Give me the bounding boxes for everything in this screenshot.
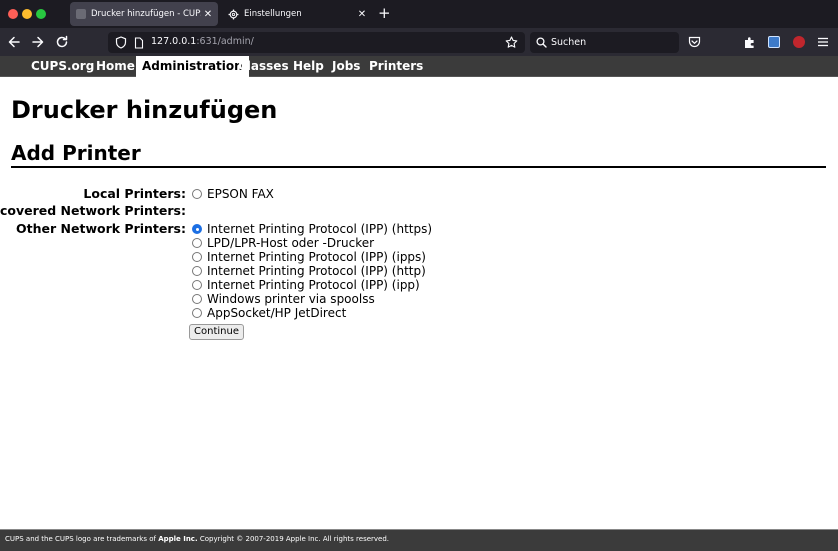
option-label: Internet Printing Protocol (IPP) (ipp)	[207, 278, 420, 292]
printer-option-ipp-https[interactable]: Internet Printing Protocol (IPP) (https)	[192, 222, 432, 236]
continue-button[interactable]: Continue	[189, 324, 244, 340]
nav-classes[interactable]: Classes	[232, 56, 295, 77]
radio-button[interactable]	[192, 308, 202, 318]
window-zoom-button[interactable]	[36, 9, 46, 19]
copyright-text: CUPS and the CUPS logo are trademarks of…	[5, 535, 389, 543]
footer-text-start: CUPS and the CUPS logo are trademarks of	[5, 535, 159, 543]
window-close-button[interactable]	[8, 9, 18, 19]
reload-icon[interactable]	[54, 34, 70, 50]
page-title: Drucker hinzufügen	[11, 96, 278, 124]
extension-ublock-icon[interactable]	[793, 36, 805, 48]
printer-option-ipp-ipp[interactable]: Internet Printing Protocol (IPP) (ipp)	[192, 278, 420, 292]
nav-printers[interactable]: Printers	[363, 56, 429, 77]
shield-icon[interactable]	[115, 36, 127, 49]
tab-close-icon[interactable]: ✕	[201, 9, 215, 20]
url-bar[interactable]: 127.0.0.1:631/admin/	[108, 32, 525, 53]
option-label: Internet Printing Protocol (IPP) (ipps)	[207, 250, 426, 264]
radio-button[interactable]	[192, 252, 202, 262]
pocket-icon[interactable]	[688, 36, 701, 48]
radio-button[interactable]	[192, 224, 202, 234]
browser-toolbar: 127.0.0.1:631/admin/ Suchen	[0, 28, 838, 56]
printer-option-spoolss[interactable]: Windows printer via spoolss	[192, 292, 375, 306]
page-footer: CUPS and the CUPS logo are trademarks of…	[0, 529, 838, 551]
option-label: Windows printer via spoolss	[207, 292, 375, 306]
printer-option-ipp-ipps[interactable]: Internet Printing Protocol (IPP) (ipps)	[192, 250, 426, 264]
browser-tab-bar: Drucker hinzufügen - CUPS 2.3 ✕ Einstell…	[0, 0, 838, 28]
extension-image-icon[interactable]	[768, 36, 780, 48]
radio-button[interactable]	[192, 266, 202, 276]
window-minimize-button[interactable]	[22, 9, 32, 19]
section-divider	[11, 166, 826, 168]
radio-button[interactable]	[192, 238, 202, 248]
option-label: AppSocket/HP JetDirect	[207, 306, 347, 320]
nav-home[interactable]: Home	[90, 56, 141, 77]
tab-settings[interactable]: Einstellungen ✕	[222, 2, 372, 26]
bookmark-star-icon[interactable]	[505, 36, 518, 49]
tab-close-icon[interactable]: ✕	[355, 9, 369, 20]
footer-company: Apple Inc.	[158, 535, 198, 543]
gear-icon	[228, 9, 239, 19]
tab-title: Einstellungen	[244, 9, 302, 19]
printer-option-appsocket[interactable]: AppSocket/HP JetDirect	[192, 306, 346, 320]
nav-help[interactable]: Help	[287, 56, 330, 77]
printer-option-lpd[interactable]: LPD/LPR-Host oder -Drucker	[192, 236, 374, 250]
url-host: 127.0.0.1	[151, 36, 197, 47]
new-tab-icon[interactable]: +	[378, 5, 391, 21]
printer-option-ipp-http[interactable]: Internet Printing Protocol (IPP) (http)	[192, 264, 426, 278]
cups-header: CUPS.org Home Administration Classes Hel…	[0, 56, 838, 77]
printer-option-epson-fax[interactable]: EPSON FAX	[192, 187, 274, 201]
option-label: LPD/LPR-Host oder -Drucker	[207, 236, 375, 250]
option-label: Internet Printing Protocol (IPP) (https)	[207, 222, 433, 236]
page-icon[interactable]	[134, 37, 144, 49]
cups-favicon-icon	[76, 9, 86, 19]
extension-puzzle-icon[interactable]	[743, 35, 757, 49]
search-placeholder: Suchen	[551, 37, 587, 48]
url-path: :631/admin/	[196, 36, 254, 47]
tab-title: Drucker hinzufügen - CUPS 2.3	[91, 9, 201, 19]
menu-icon[interactable]	[817, 36, 829, 48]
other-printers-label: Other Network Printers:	[16, 221, 186, 236]
back-icon[interactable]	[6, 34, 22, 50]
radio-button[interactable]	[192, 189, 202, 199]
radio-button[interactable]	[192, 280, 202, 290]
option-label: EPSON FAX	[207, 187, 274, 201]
search-icon	[536, 37, 547, 48]
section-title: Add Printer	[11, 141, 141, 165]
local-printers-label: Local Printers:	[83, 186, 186, 201]
footer-text-end: Copyright © 2007-2019 Apple Inc. All rig…	[197, 535, 390, 543]
search-bar[interactable]: Suchen	[530, 32, 679, 53]
tab-cups-admin[interactable]: Drucker hinzufügen - CUPS 2.3 ✕	[70, 2, 218, 26]
url-text[interactable]: 127.0.0.1:631/admin/	[151, 36, 254, 47]
option-label: Internet Printing Protocol (IPP) (http)	[207, 264, 426, 278]
radio-button[interactable]	[192, 294, 202, 304]
forward-icon[interactable]	[30, 34, 46, 50]
discovered-printers-label: Discovered Network Printers:	[0, 203, 186, 218]
nav-jobs[interactable]: Jobs	[326, 56, 366, 77]
